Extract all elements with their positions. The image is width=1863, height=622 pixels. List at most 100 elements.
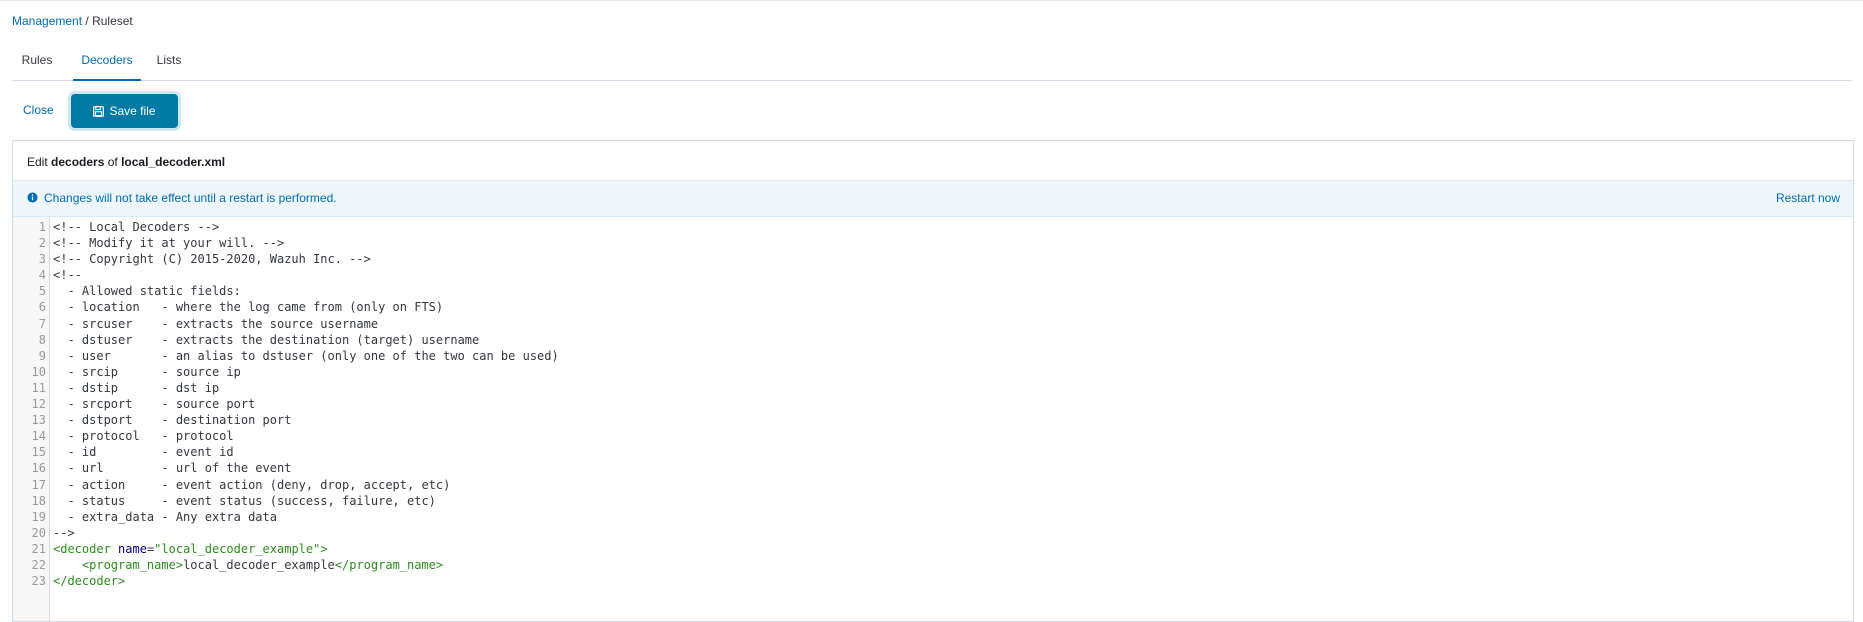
- line-number: 11: [31, 380, 46, 395]
- line-number: 13: [31, 413, 46, 428]
- code-token-comment: - dstport - destination port: [53, 413, 292, 428]
- code-line: -->: [53, 525, 559, 541]
- breadcrumb-management-link[interactable]: Management: [12, 14, 82, 28]
- code-editor[interactable]: 1 2 3 4 5 6 7 8 9 10 11 12 13 14 15 16 17 18 19 20 21 22 23 <!…: [13, 217, 1853, 621]
- line-number: 10: [31, 364, 46, 379]
- code-line: - action - event action (deny, drop, acc…: [53, 477, 559, 493]
- code-line: <!--: [53, 267, 559, 283]
- line-number: 20: [31, 525, 46, 540]
- line-number: 7: [38, 316, 46, 331]
- line-numbers: 1 2 3 4 5 6 7 8 9 10 11 12 13 14 15 16 17 18 19 20 21 22 23: [13, 219, 46, 589]
- restart-callout: Changes will not take effect until a res…: [13, 180, 1853, 217]
- code-line: - extra_data - Any extra data: [53, 509, 559, 525]
- panel-title-filename: local_decoder.xml: [121, 155, 226, 169]
- breadcrumb-separator: /: [82, 14, 93, 28]
- line-number: 3: [38, 252, 46, 267]
- panel-title-of: of: [107, 155, 118, 169]
- save-file-label: Save file: [109, 104, 156, 118]
- code-line: - dstuser - extracts the destination (ta…: [53, 332, 559, 348]
- line-number: 1: [38, 220, 46, 234]
- code-line: - url - url of the event: [53, 460, 559, 476]
- code-token-comment: - user - an alias to dstuser (only one o…: [53, 348, 559, 363]
- code-line: <!-- Modify it at your will. -->: [53, 235, 559, 251]
- line-number: 2: [38, 236, 46, 251]
- line-number: 9: [38, 348, 46, 363]
- code-token-tag: <decoder: [53, 541, 119, 556]
- code-line: - dstport - destination port: [53, 412, 559, 428]
- line-number: 12: [31, 397, 46, 412]
- line-number: 17: [31, 477, 46, 492]
- line-number: 18: [31, 493, 46, 508]
- code-token-comment: - status - event status (success, failur…: [53, 493, 436, 508]
- code-token-comment: <!-- Modify it at your will. -->: [53, 236, 285, 251]
- code-line: <program_name>local_decoder_example</pro…: [53, 557, 559, 573]
- line-number: 8: [38, 332, 46, 347]
- code-token-tag: >: [320, 541, 328, 556]
- code-line: </decoder>: [53, 573, 559, 589]
- line-number: 22: [31, 557, 46, 572]
- code-token-comment: - extra_data - Any extra data: [53, 509, 277, 524]
- code-token-comment: - dstip - dst ip: [53, 380, 220, 395]
- code-line: - status - event status (success, failur…: [53, 493, 559, 509]
- editor-panel: Edit decoders of local_decoder.xml Chang…: [12, 140, 1854, 622]
- code-token-comment: -->: [53, 525, 75, 540]
- line-number: 19: [31, 509, 46, 524]
- code-token-attr: name: [118, 541, 147, 556]
- code-token-comment: - srcuser - extracts the source username: [53, 316, 379, 331]
- code-token-comment: <!--: [53, 268, 82, 283]
- info-icon: [27, 192, 38, 206]
- restart-now-button[interactable]: Restart now: [1776, 191, 1840, 205]
- line-number: 14: [31, 429, 46, 444]
- code-token-comment: - protocol - protocol: [53, 429, 234, 444]
- code-token-comment: - dstuser - extracts the destination (ta…: [53, 332, 480, 347]
- code-line: - protocol - protocol: [53, 428, 559, 444]
- code-token-comment: - srcport - source port: [53, 397, 256, 412]
- code-line: - location - where the log came from (on…: [53, 299, 559, 315]
- code-line: - srcip - source ip: [53, 364, 559, 380]
- code-token-tag: <program_name>: [81, 557, 184, 572]
- callout-message: Changes will not take effect until a res…: [44, 191, 337, 205]
- breadcrumb: Management / Ruleset: [12, 14, 133, 28]
- close-button[interactable]: Close: [23, 103, 54, 117]
- top-divider: [0, 0, 1863, 1]
- breadcrumb-current: Ruleset: [92, 14, 133, 28]
- line-number: 21: [31, 541, 46, 556]
- code-line: - srcuser - extracts the source username: [53, 316, 559, 332]
- code-token-comment: - id - event id: [53, 445, 234, 460]
- tab-lists[interactable]: Lists: [145, 40, 193, 79]
- code-line: - id - event id: [53, 444, 559, 460]
- line-number: 4: [38, 268, 46, 283]
- tab-rules[interactable]: Rules: [12, 40, 62, 79]
- tab-decoders[interactable]: Decoders: [73, 40, 141, 81]
- line-number: 23: [31, 574, 46, 589]
- code-token-tag: </program_name>: [334, 557, 444, 572]
- code-line: - srcport - source port: [53, 396, 559, 412]
- code-token-comment: <!-- Copyright (C) 2015-2020, Wazuh Inc.…: [53, 252, 371, 267]
- code-token-comment: - url - url of the event: [53, 461, 292, 476]
- line-number: 15: [31, 445, 46, 460]
- panel-title-prefix: Edit: [27, 155, 48, 169]
- code-token-comment: - action - event action (deny, drop, acc…: [53, 477, 451, 492]
- code-line: - user - an alias to dstuser (only one o…: [53, 348, 559, 364]
- save-icon: [93, 105, 105, 117]
- line-number: 5: [38, 284, 46, 299]
- line-number-gutter: 1 2 3 4 5 6 7 8 9 10 11 12 13 14 15 16 17 18 19 20 21 22 23: [13, 217, 50, 621]
- panel-title-type: decoders: [51, 155, 105, 169]
- code-token-comment: - srcip - source ip: [53, 364, 241, 379]
- code-content[interactable]: <!-- Local Decoders --> <!-- Modify it at…: [53, 219, 559, 589]
- code-token-comment: - location - where the log came from (on…: [53, 300, 444, 315]
- code-line: - Allowed static fields:: [53, 283, 559, 299]
- code-token-text: local_decoder_example: [183, 557, 335, 572]
- code-line: <!-- Local Decoders -->: [53, 219, 559, 235]
- code-line: <!-- Copyright (C) 2015-2020, Wazuh Inc.…: [53, 251, 559, 267]
- panel-title: Edit decoders of local_decoder.xml: [27, 155, 225, 169]
- code-token-tag: </decoder>: [53, 574, 126, 589]
- line-number: 16: [31, 461, 46, 476]
- line-number: 6: [38, 300, 46, 315]
- code-line: <decoder name="local_decoder_example">: [53, 541, 559, 557]
- save-file-button[interactable]: Save file: [71, 94, 178, 128]
- code-token-comment: <!-- Local Decoders -->: [53, 220, 220, 234]
- code-token-comment: - Allowed static fields:: [53, 284, 241, 299]
- ruleset-tabs: Rules Decoders Lists: [12, 40, 1852, 81]
